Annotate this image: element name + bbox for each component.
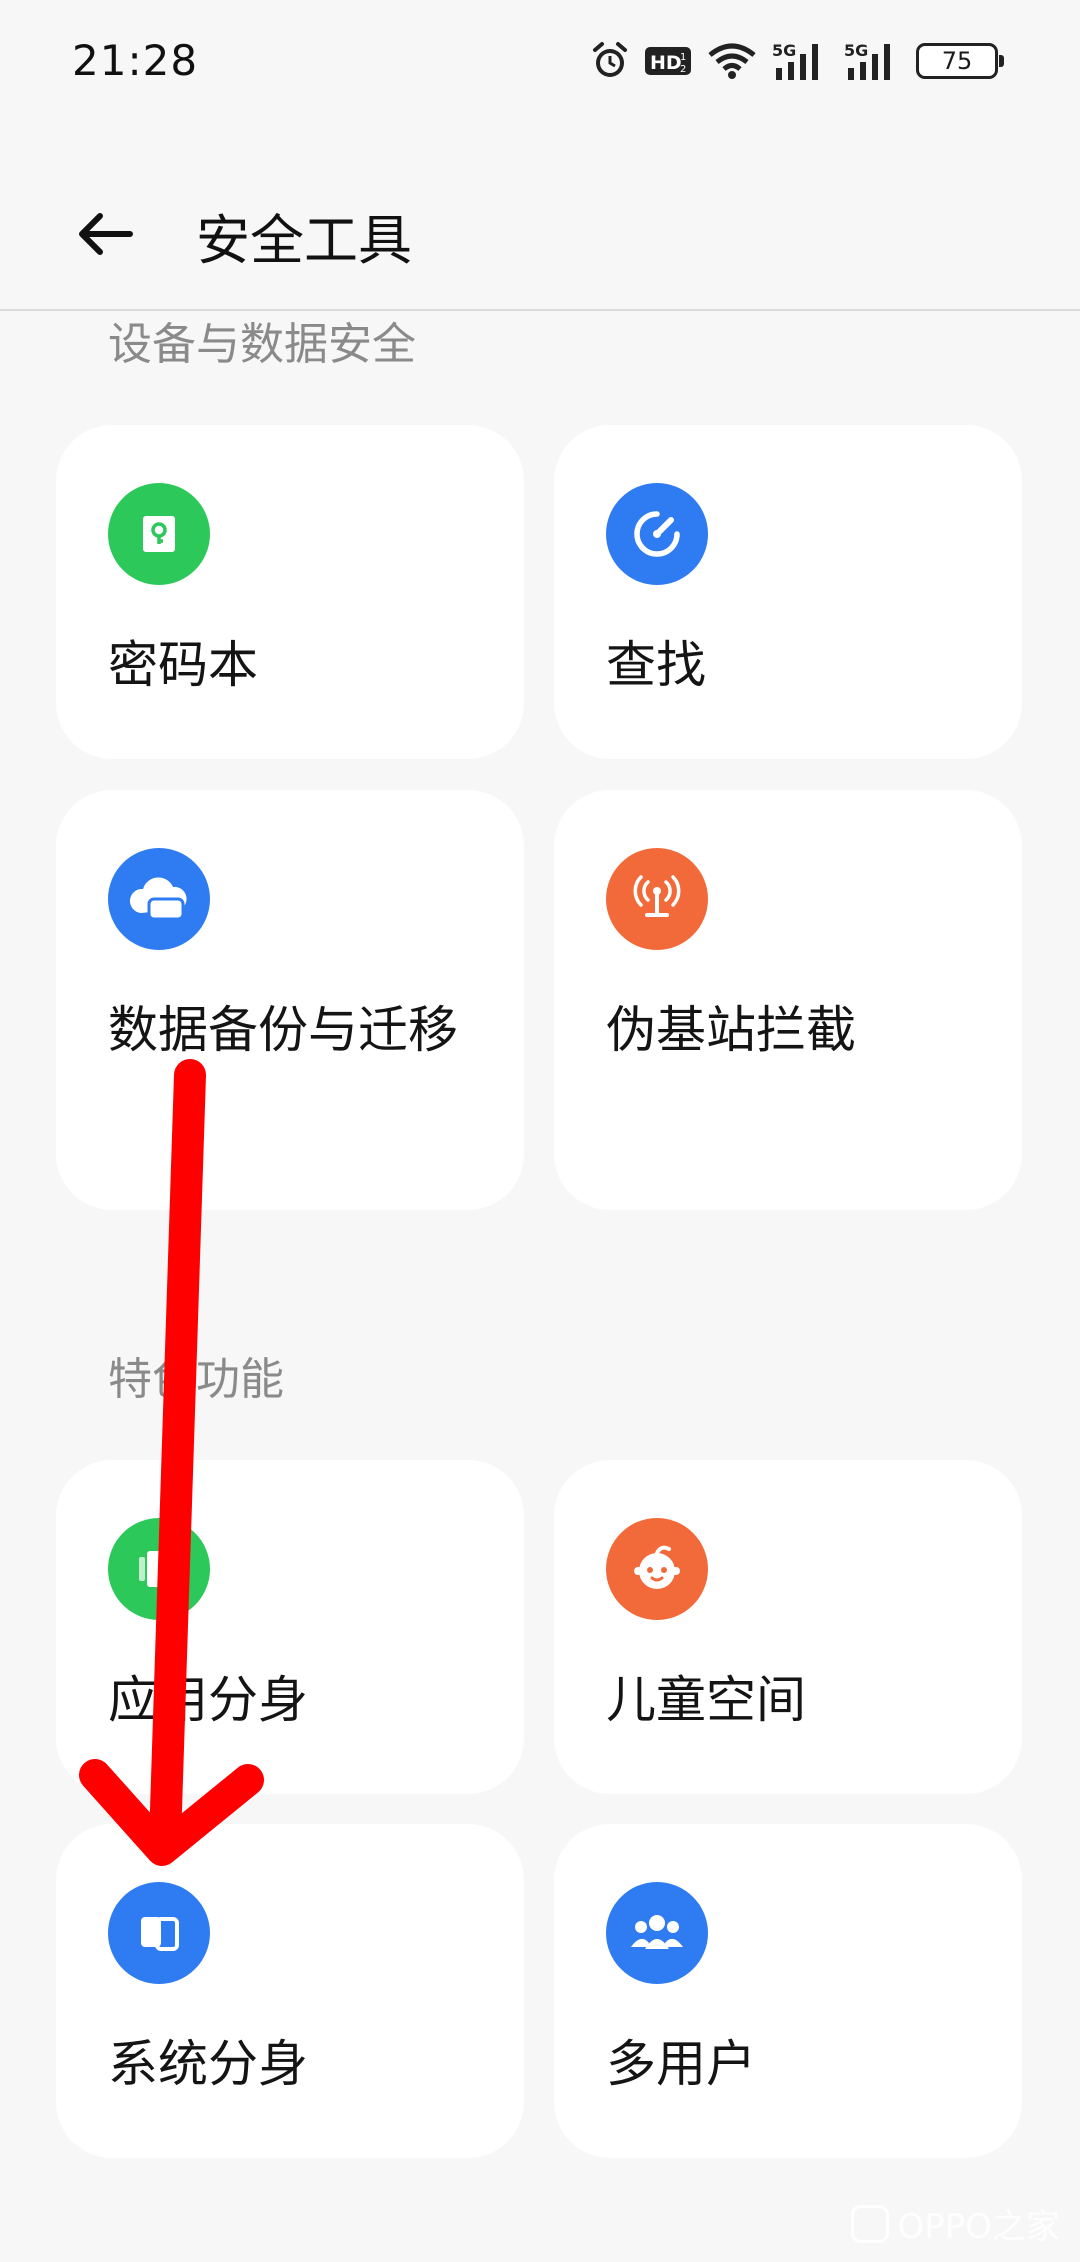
- users-icon: [606, 1882, 708, 1984]
- app-header: 安全工具: [0, 150, 1080, 310]
- keyhole-icon: [108, 483, 210, 585]
- battery-level: 75: [941, 47, 973, 75]
- status-time: 21:28: [72, 36, 199, 85]
- svg-text:HD: HD: [650, 52, 682, 74]
- card-label: 密码本: [108, 636, 258, 694]
- svg-text:1: 1: [680, 52, 686, 63]
- card-kids-space[interactable]: 儿童空间: [554, 1460, 1022, 1794]
- card-password-book[interactable]: 密码本: [56, 425, 524, 759]
- card-find[interactable]: 查找: [554, 425, 1022, 759]
- status-bar: 21:28 HD 1 2 5G 5G 75: [0, 0, 1080, 120]
- wifi-icon: [708, 43, 756, 79]
- hd-icon: HD 1 2: [645, 47, 691, 75]
- watermark-logo-icon: [851, 2204, 890, 2243]
- card-app-clone[interactable]: 应用分身: [56, 1460, 524, 1794]
- 5g-signal-icon: 5G: [844, 41, 890, 80]
- system-clone-icon: [108, 1882, 210, 1984]
- card-label: 多用户: [606, 2035, 756, 2093]
- card-label: 数据备份与迁移: [108, 1001, 458, 1059]
- card-multi-user[interactable]: 多用户: [554, 1824, 1022, 2158]
- svg-text:5G: 5G: [844, 41, 868, 60]
- card-fake-base-station-block[interactable]: 伪基站拦截: [554, 790, 1022, 1210]
- cloud-backup-icon: [108, 848, 210, 950]
- section-label-features: 特色功能: [108, 1354, 284, 1405]
- card-data-backup[interactable]: 数据备份与迁移: [56, 790, 524, 1210]
- back-arrow-icon[interactable]: [70, 194, 150, 274]
- child-face-icon: [606, 1518, 708, 1620]
- 5g-signal-icon: 5G: [772, 41, 818, 80]
- card-label: 儿童空间: [606, 1671, 806, 1729]
- watermark: OPPO之家: [851, 2199, 1060, 2248]
- svg-text:2: 2: [680, 64, 686, 75]
- card-system-clone[interactable]: 系统分身: [56, 1824, 524, 2158]
- section-label-device-security: 设备与数据安全: [108, 319, 416, 370]
- page-title: 安全工具: [196, 209, 412, 272]
- antenna-icon: [606, 848, 708, 950]
- status-icons: HD 1 2 5G 5G 75: [590, 36, 1004, 86]
- svg-text:5G: 5G: [772, 41, 796, 60]
- app-clone-icon: [108, 1518, 210, 1620]
- card-label: 查找: [606, 636, 706, 694]
- battery-icon: 75: [916, 43, 1004, 79]
- card-label: 系统分身: [108, 2035, 308, 2093]
- card-label: 伪基站拦截: [606, 1001, 856, 1059]
- alarm-icon: [593, 42, 627, 77]
- card-label: 应用分身: [108, 1671, 308, 1729]
- find-device-icon: [606, 483, 708, 585]
- watermark-text: OPPO之家: [897, 2207, 1060, 2247]
